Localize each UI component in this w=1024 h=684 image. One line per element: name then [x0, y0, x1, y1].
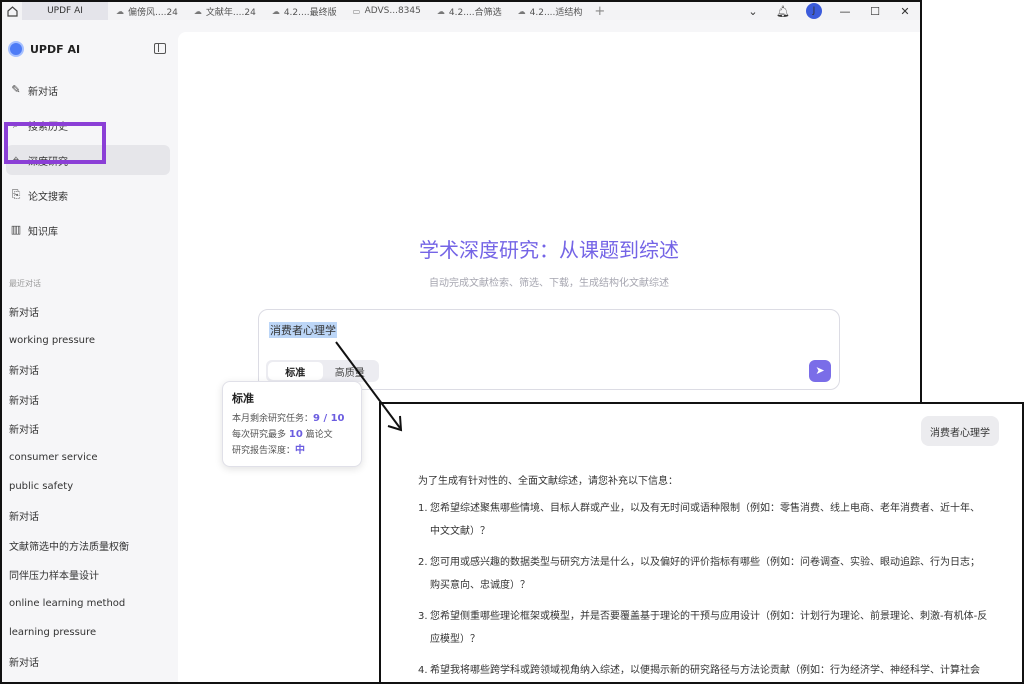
tab-label: ADVS...8345: [364, 6, 421, 16]
tab-label: 4.2....合筛选: [448, 7, 502, 18]
tab-document-1[interactable]: ☁ 偏傍风....24: [108, 2, 186, 20]
bell-icon[interactable]: 🔔︎: [768, 5, 798, 18]
tab-document-2[interactable]: ☁ 文献年....24: [186, 2, 264, 20]
tab-label: 4.2....适结构: [529, 7, 583, 18]
question-item: 1. 您希望综述聚焦哪些情境、目标人群或产业，以及有无时间或语种限制（例如：零售…: [418, 497, 988, 543]
window-controls: ⌄ 🔔︎ J — ☐ ✕: [738, 2, 920, 20]
collapse-sidebar-icon[interactable]: [154, 43, 166, 54]
list-item[interactable]: learning pressure: [9, 618, 169, 647]
mode-high-quality-button[interactable]: 高质量: [323, 362, 378, 380]
close-icon[interactable]: ✕: [890, 5, 920, 18]
tab-updf-ai[interactable]: UPDF AI: [22, 2, 108, 20]
home-icon[interactable]: [2, 2, 22, 20]
tab-label: 4.2....最终版: [283, 7, 337, 18]
monitor-icon: ▭: [352, 6, 361, 16]
mode-standard-button[interactable]: 标准: [268, 362, 323, 380]
tooltip-value: 10: [288, 429, 303, 440]
assistant-answer: 为了生成有针对性的、全面文献综述，请您补充以下信息： 1. 您希望综述聚焦哪些情…: [418, 472, 988, 682]
tooltip-value: 中: [295, 445, 306, 456]
list-item[interactable]: 新对话: [9, 647, 169, 676]
recent-section-title: 最近对话: [9, 279, 41, 288]
question-text: 您希望综述聚焦哪些情境、目标人群或产业，以及有无时间或语种限制（例如：零售消费、…: [430, 503, 980, 537]
send-icon: ➤: [815, 364, 825, 377]
cloud-icon: ☁: [271, 6, 280, 16]
list-item[interactable]: 新对话: [9, 414, 169, 443]
list-item[interactable]: 同伴压力样本量设计: [9, 560, 169, 589]
list-item[interactable]: working pressure: [9, 326, 169, 355]
tab-document-4[interactable]: ▭ ADVS...8345: [345, 2, 429, 20]
maximize-icon[interactable]: ☐: [860, 5, 890, 18]
sidebar-item-knowledge-base[interactable]: ▥ 知识库: [6, 215, 170, 245]
question-item: 2. 您可用或感兴趣的数据类型与研究方法是什么，以及偏好的评价指标有哪些（例如：…: [418, 551, 988, 597]
mode-tooltip: 标准 本月剩余研究任务：9 / 10 每次研究最多 10 篇论文 研究报告深度：…: [222, 381, 362, 467]
minimize-icon[interactable]: —: [830, 5, 860, 18]
tab-document-3[interactable]: ☁ 4.2....最终版: [264, 2, 345, 20]
cloud-icon: ☁: [517, 6, 526, 16]
question-number: 2.: [418, 557, 428, 568]
question-text: 您可用或感兴趣的数据类型与研究方法是什么，以及偏好的评价指标有哪些（例如：问卷调…: [430, 557, 980, 591]
tooltip-max-papers: 每次研究最多 10 篇论文: [232, 427, 352, 443]
list-item[interactable]: consumer service: [9, 443, 169, 472]
question-item: 4. 希望我将哪些跨学科或跨领域视角纳入综述，以便揭示新的研究路径与方法论贡献（…: [418, 659, 988, 682]
sidebar-item-new-chat[interactable]: ✎ 新对话: [6, 75, 170, 105]
avatar[interactable]: J: [806, 3, 822, 19]
new-tab-plus-icon[interactable]: +: [594, 4, 605, 19]
list-item[interactable]: 新对话: [9, 297, 169, 326]
tooltip-title: 标准: [232, 392, 254, 405]
sidebar: UPDF AI ✎ 新对话 ⌕ 搜索历史 ⌖ 深度研究 ⎘ 论文搜索 ▥ 知识库: [2, 20, 178, 682]
cloud-icon: ☁: [193, 6, 202, 16]
tooltip-label: 每次研究最多: [232, 430, 289, 440]
page-subtitle: 自动完成文献检索、筛选、下载，生成结构化文献综述: [429, 278, 669, 289]
question-text: 希望我将哪些跨学科或跨领域视角纳入综述，以便揭示新的研究路径与方法论贡献（例如：…: [430, 665, 980, 676]
tab-label: UPDF AI: [47, 6, 83, 16]
chevron-down-icon[interactable]: ⌄: [738, 5, 768, 18]
tab-document-5[interactable]: ☁ 4.2....合筛选: [429, 2, 510, 20]
cloud-icon: ☁: [436, 6, 445, 16]
sidebar-item-label: 论文搜索: [28, 191, 68, 203]
question-number: 4.: [418, 665, 428, 676]
sidebar-item-paper-search[interactable]: ⎘ 论文搜索: [6, 180, 170, 210]
tooltip-value: 9 / 10: [313, 413, 345, 424]
brand: UPDF AI: [8, 40, 80, 58]
edit-icon: ✎: [11, 83, 21, 96]
tooltip-label: 本月剩余研究任务：: [232, 414, 314, 424]
prompt-composer[interactable]: 消费者心理学 标准 高质量 ➤: [258, 309, 840, 390]
brand-name: UPDF AI: [30, 42, 81, 56]
mode-toggle: 标准 高质量: [266, 360, 379, 382]
sidebar-item-label: 新对话: [28, 86, 58, 98]
tooltip-label: 研究报告深度：: [232, 446, 296, 456]
question-number: 1.: [418, 503, 428, 514]
send-button[interactable]: ➤: [809, 360, 831, 382]
tooltip-report-depth: 研究报告深度：中: [232, 443, 352, 459]
question-item: 3. 您希望侧重哪些理论框架或模型，并是否要覆盖基于理论的干预与应用设计（例如：…: [418, 605, 988, 651]
list-item[interactable]: 新对话: [9, 385, 169, 414]
tooltip-remaining-tasks: 本月剩余研究任务：9 / 10: [232, 411, 352, 427]
list-item[interactable]: public safety: [9, 472, 169, 501]
list-item[interactable]: 新对话: [9, 355, 169, 384]
cloud-icon: ☁: [116, 6, 124, 16]
tooltip-label: 篇论文: [302, 430, 333, 440]
answer-intro: 为了生成有针对性的、全面文献综述，请您补充以下信息：: [418, 476, 678, 487]
prompt-input[interactable]: 消费者心理学: [269, 322, 337, 338]
tab-bar: UPDF AI ☁ 偏傍风....24 ☁ 文献年....24 ☁ 4.2....最终…: [2, 2, 920, 20]
zoomed-result-panel: 消费者心理学 为了生成有针对性的、全面文献综述，请您补充以下信息： 1. 您希望…: [379, 402, 1024, 684]
sidebar-item-label: 知识库: [28, 226, 58, 238]
books-icon: ▥: [10, 223, 22, 236]
recent-list: 新对话 working pressure 新对话 新对话 新对话 consume…: [9, 297, 169, 676]
list-item[interactable]: 新对话: [9, 501, 169, 530]
annotation-highlight-box: [4, 122, 106, 164]
updf-logo-icon: [8, 41, 24, 57]
tab-document-6[interactable]: ☁ 4.2....适结构: [510, 2, 591, 20]
list-item[interactable]: online learning method: [9, 589, 169, 618]
list-item[interactable]: 文献筛选中的方法质量权衡: [9, 531, 169, 560]
paper-search-icon: ⎘: [11, 188, 21, 201]
question-text: 您希望侧重哪些理论框架或模型，并是否要覆盖基于理论的干预与应用设计（例如：计划行…: [430, 611, 988, 645]
page-title: 学术深度研究：从课题到综述: [419, 238, 679, 262]
question-number: 3.: [418, 611, 428, 622]
user-message-bubble: 消费者心理学: [921, 416, 999, 446]
tab-label: 文献年....24: [205, 7, 256, 18]
tab-label: 偏傍风....24: [128, 7, 178, 18]
